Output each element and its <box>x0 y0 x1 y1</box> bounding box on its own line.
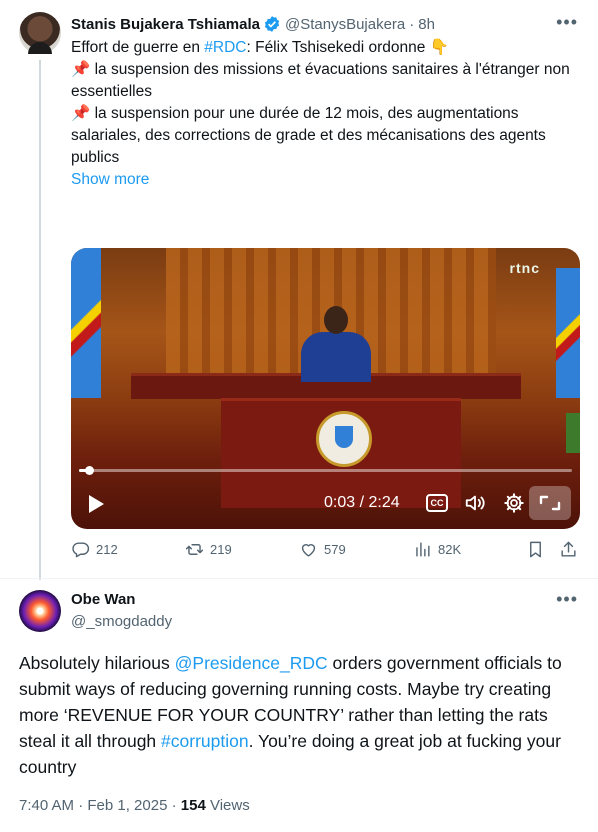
more-options-icon[interactable]: ••• <box>556 589 578 610</box>
speaker-graphic <box>301 306 371 382</box>
author-name[interactable]: Obe Wan <box>71 591 135 608</box>
reply-count: 212 <box>96 542 118 557</box>
meta-separator: · <box>409 15 415 33</box>
views-chart-icon <box>416 542 430 557</box>
repost-count: 219 <box>210 542 232 557</box>
flag-graphic <box>556 268 580 398</box>
flag-graphic <box>71 248 101 398</box>
tweet-actions: 212 219 579 82K <box>71 540 579 564</box>
avatar[interactable] <box>19 12 61 54</box>
bookmark-button[interactable] <box>526 540 545 559</box>
tweet-point-2: 📌 la suspension pour une durée de 12 moi… <box>71 105 546 166</box>
heart-icon <box>301 544 316 557</box>
avatar[interactable] <box>19 590 61 632</box>
views-button[interactable]: 82K <box>413 540 461 559</box>
video-player[interactable]: rtnc 0:03 / 2:24 CC <box>71 248 580 529</box>
hashtag-link[interactable]: #RDC <box>204 39 246 56</box>
hashtag-link[interactable]: #corruption <box>161 731 249 751</box>
verified-badge-icon <box>264 16 280 32</box>
show-more-link[interactable]: Show more <box>71 169 579 191</box>
repost-button[interactable]: 219 <box>185 540 232 559</box>
reply-icon <box>72 542 90 558</box>
views-count: 82K <box>438 542 462 557</box>
author-name[interactable]: Stanis Bujakera Tshiamala <box>71 16 260 33</box>
timestamp[interactable]: 7:40 AM · Feb 1, 2025 · <box>19 797 181 814</box>
like-count: 579 <box>324 542 346 557</box>
share-icon <box>561 541 576 557</box>
reply-button[interactable]: 212 <box>71 540 118 559</box>
tweet-point-1: 📌 la suspension des missions et évacuati… <box>71 61 570 100</box>
tweet-header: Stanis Bujakera Tshiamala @StanysBujaker… <box>71 12 578 34</box>
divider <box>0 578 598 579</box>
volume-icon[interactable] <box>464 492 486 514</box>
tweet-line-1: Effort de guerre en #RDC: Félix Tshiseke… <box>71 39 450 56</box>
like-button[interactable]: 579 <box>299 540 346 559</box>
play-icon[interactable] <box>87 494 105 514</box>
fullscreen-button[interactable] <box>529 486 571 520</box>
reply-text: Absolutely hilarious @Presidence_RDC ord… <box>19 653 562 777</box>
repost-icon <box>185 544 204 555</box>
views-count: 154 <box>180 797 206 814</box>
author-handle[interactable]: @StanysBujakera <box>285 16 405 33</box>
coat-of-arms-icon <box>316 411 372 467</box>
original-tweet[interactable]: Stanis Bujakera Tshiamala @StanysBujaker… <box>0 0 598 580</box>
thread-line <box>39 60 41 580</box>
share-button[interactable] <box>559 540 578 559</box>
mention-link[interactable]: @Presidence_RDC <box>175 653 328 673</box>
author-handle[interactable]: @_smogdaddy <box>71 613 172 630</box>
plant-graphic <box>566 413 580 453</box>
tweet-meta: 7:40 AM · Feb 1, 2025 · 154 Views <box>19 797 250 814</box>
captions-icon[interactable]: CC <box>426 494 448 512</box>
settings-icon[interactable] <box>503 492 525 514</box>
tweet-text: Effort de guerre en #RDC: Félix Tshiseke… <box>71 37 579 191</box>
bookmark-icon <box>530 541 541 558</box>
channel-logo: rtnc <box>509 260 540 276</box>
more-options-icon[interactable]: ••• <box>556 12 578 33</box>
tweet-time[interactable]: 8h <box>418 16 435 33</box>
video-time: 0:03 / 2:24 <box>324 494 400 511</box>
views-label: Views <box>205 797 250 814</box>
fullscreen-icon <box>539 495 561 511</box>
video-progress-knob[interactable] <box>85 466 95 475</box>
video-progress-bar[interactable] <box>79 466 572 475</box>
video-controls: 0:03 / 2:24 CC <box>71 484 580 524</box>
